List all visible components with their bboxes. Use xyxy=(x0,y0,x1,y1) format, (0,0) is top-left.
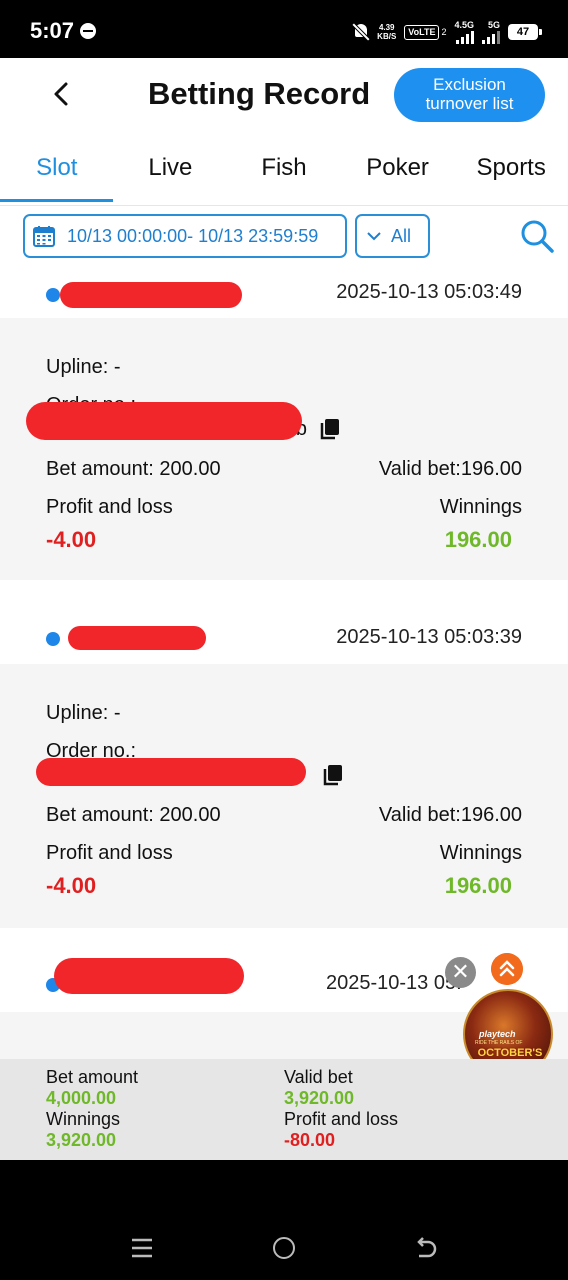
chevron-down-icon xyxy=(367,232,381,241)
tab-sports[interactable]: Sports xyxy=(454,142,568,198)
summary-bet-amount-value: 4,000.00 xyxy=(46,1088,117,1108)
record-valid-bet: Valid bet:196.00 xyxy=(378,804,522,826)
volte-badge: VoLTE xyxy=(404,24,440,40)
record-pl-value: -4.00 xyxy=(46,873,97,898)
network-type-1: 4.5G xyxy=(454,19,474,30)
signal-bars-2-icon xyxy=(482,30,500,44)
record-header: 2025-10-13 05:03:49 xyxy=(0,266,568,318)
record-winnings-value: 196.00 xyxy=(444,873,512,898)
tabs-divider xyxy=(0,205,568,206)
redaction-mark xyxy=(54,958,244,994)
record-valid-bet: Valid bet:196.00 xyxy=(378,458,522,480)
tab-poker[interactable]: Poker xyxy=(341,142,455,198)
tab-live[interactable]: Live xyxy=(114,142,228,198)
recent-apps-icon[interactable] xyxy=(131,1237,153,1259)
summary-valid-bet-value: 3,920.00 xyxy=(284,1088,355,1108)
status-bar: 5:07 4.39 KB/S VoLTE 2 4.5G 5G 47 xyxy=(0,0,568,58)
type-dropdown[interactable]: All xyxy=(355,214,430,258)
record-time: 2025-10-13 05: xyxy=(326,972,462,994)
scroll-top-button[interactable] xyxy=(491,953,523,985)
redaction-mark xyxy=(36,758,306,786)
app-screen: Betting Record Exclusion turnover list S… xyxy=(0,58,568,1160)
record-winnings-label: Winnings xyxy=(439,496,522,518)
network-type-2: 5G xyxy=(487,19,500,30)
record-card: Upline: - Order no.: Bet amount: 200.00 … xyxy=(0,664,568,928)
back-arrow-icon[interactable] xyxy=(46,78,78,110)
signal-bars-1-icon xyxy=(456,30,474,44)
network-speed: 4.39 KB/S xyxy=(377,23,396,41)
record-upline: Upline: - xyxy=(46,356,121,378)
battery-icon: 47 xyxy=(508,24,542,40)
date-range-filter[interactable]: 10/13 00:00:00- 10/13 23:59:59 xyxy=(23,214,347,258)
record-dot-icon xyxy=(46,632,60,646)
tab-slot[interactable]: Slot xyxy=(0,142,114,202)
type-dropdown-value: All xyxy=(391,225,412,246)
record-pl-value: -4.00 xyxy=(46,527,97,552)
summary-valid-bet-label: Valid bet xyxy=(284,1067,353,1087)
game-type-tabs: Slot Live Fish Poker Sports xyxy=(0,142,568,202)
filter-bar: 10/13 00:00:00- 10/13 23:59:59 All xyxy=(0,212,568,262)
signal-1: 4.5G xyxy=(454,19,474,44)
record-bet-amount: Bet amount: 200.00 xyxy=(46,804,221,826)
redaction-mark xyxy=(60,282,242,308)
copy-icon[interactable] xyxy=(320,418,340,440)
home-icon[interactable] xyxy=(273,1237,295,1259)
summary-bet-amount-label: Bet amount xyxy=(46,1067,139,1087)
record-pl-label: Profit and loss xyxy=(46,842,173,864)
status-time: 5:07 xyxy=(30,18,75,43)
close-promo-button[interactable]: ✕ xyxy=(445,957,476,988)
record-time: 2025-10-13 05:03:39 xyxy=(336,626,522,648)
page-title: Betting Record xyxy=(148,76,371,111)
summary-bar: Bet amount 4,000.00 Winnings 3,920.00 Va… xyxy=(0,1059,568,1160)
signal-2: 5G xyxy=(482,19,500,44)
sim-index: 2 xyxy=(441,27,447,37)
system-back-icon[interactable] xyxy=(414,1236,438,1260)
record-list[interactable]: 2025-10-13 05:03:49 Upline: - Order no.:… xyxy=(0,266,568,1116)
search-icon[interactable] xyxy=(519,218,555,254)
network-speed-unit: KB/S xyxy=(377,32,397,41)
record-dot-icon xyxy=(46,288,60,302)
exclusion-turnover-button[interactable]: Exclusion turnover list xyxy=(394,68,545,122)
network-speed-value: 4.39 xyxy=(378,23,395,32)
redaction-mark xyxy=(68,626,206,650)
header: Betting Record Exclusion turnover list xyxy=(0,58,568,136)
chat-notification-icon xyxy=(80,23,96,39)
record-time: 2025-10-13 05:03:49 xyxy=(336,281,522,303)
record-pl-label: Profit and loss xyxy=(46,496,173,518)
tab-fish[interactable]: Fish xyxy=(227,142,341,198)
copy-icon[interactable] xyxy=(323,764,343,786)
record-header: 2025-10-13 05:03:39 xyxy=(0,606,568,664)
summary-winnings-label: Winnings xyxy=(46,1109,121,1129)
bell-muted-icon xyxy=(353,23,369,41)
system-nav-bar xyxy=(0,1160,568,1280)
record-winnings-label: Winnings xyxy=(439,842,522,864)
status-icons: 4.39 KB/S VoLTE 2 4.5G 5G 47 xyxy=(353,19,542,44)
record-winnings-value: 196.00 xyxy=(444,527,512,552)
promo-brand: playtech xyxy=(479,1029,516,1039)
summary-pl-value: -80.00 xyxy=(284,1130,336,1150)
calendar-icon xyxy=(33,226,55,247)
promo-tagline: RIDE THE RAILS OF xyxy=(475,1040,523,1046)
summary-pl-label: Profit and loss xyxy=(284,1109,399,1129)
record-card: Upline: - Order no.: de7lb Bet amount: 2… xyxy=(0,318,568,580)
record-bet-amount: Bet amount: 200.00 xyxy=(46,458,221,480)
record-upline: Upline: - xyxy=(46,702,121,724)
date-range-text: 10/13 00:00:00- 10/13 23:59:59 xyxy=(67,225,319,246)
summary-winnings-value: 3,920.00 xyxy=(46,1130,117,1150)
redaction-mark xyxy=(26,402,302,440)
